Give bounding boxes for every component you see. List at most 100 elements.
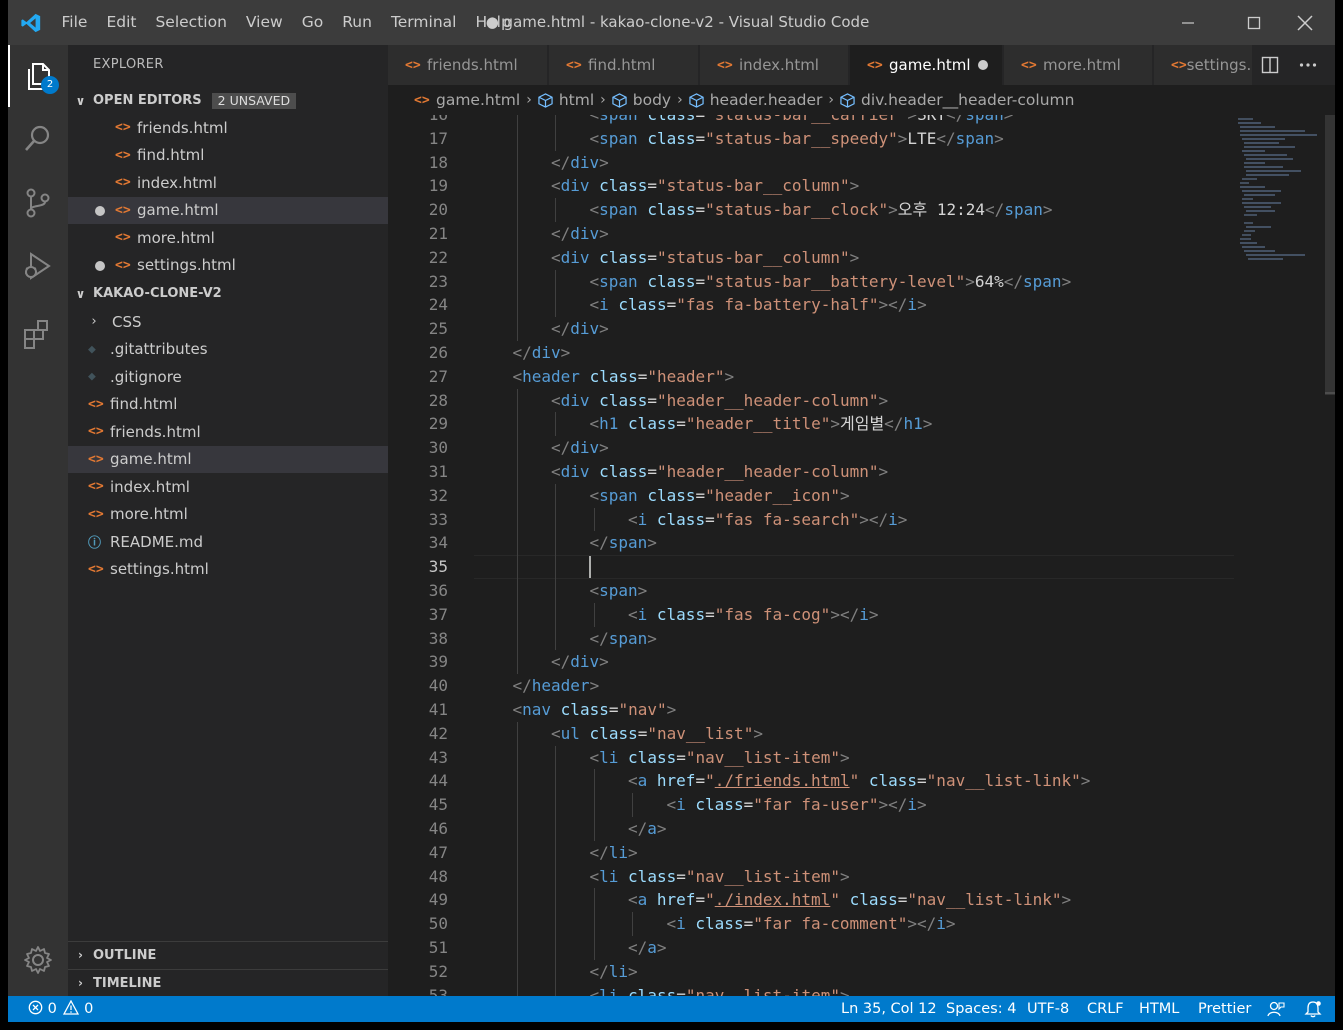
file-item[interactable]: <> find.html	[68, 391, 388, 419]
timeline-header[interactable]: › TIMELINE	[68, 969, 388, 996]
activity-explorer[interactable]: 2	[8, 45, 68, 107]
code-line[interactable]: 40 </header>	[388, 674, 1238, 698]
tab-friends[interactable]: <> friends.html	[388, 45, 548, 85]
open-editor-item[interactable]: <> more.html	[68, 224, 388, 252]
file-item[interactable]: ◆ .gitignore	[68, 363, 388, 391]
open-editor-item[interactable]: <> index.html	[68, 169, 388, 197]
split-editor-button[interactable]	[1252, 45, 1288, 85]
close-window-button[interactable]	[1276, 0, 1334, 45]
code-line[interactable]: 18 </div>	[388, 151, 1238, 175]
encoding[interactable]: UTF-8	[1027, 996, 1069, 1022]
code-line[interactable]: 53 <li class="nav__list-item">	[388, 984, 1238, 996]
open-editor-item[interactable]: <> game.html	[68, 196, 388, 224]
menu-edit[interactable]: Edit	[97, 0, 146, 45]
breadcrumb-symbol[interactable]: header.header	[689, 91, 822, 109]
code-line[interactable]: 42 <ul class="nav__list">	[388, 722, 1238, 746]
tab-more[interactable]: <> more.html	[1004, 45, 1153, 85]
tab-find[interactable]: <> find.html	[549, 45, 699, 85]
code-line[interactable]: 29 <h1 class="header__title">게임별</h1>	[388, 412, 1238, 436]
code-line[interactable]: 39 </div>	[388, 650, 1238, 674]
code-line[interactable]: 51 </a>	[388, 936, 1238, 960]
code-line[interactable]: 25 </div>	[388, 317, 1238, 341]
more-actions-button[interactable]	[1290, 45, 1326, 85]
scrollbar-thumb[interactable]	[1325, 115, 1335, 395]
menu-selection[interactable]: Selection	[146, 0, 236, 45]
code-line[interactable]: 38 </span>	[388, 627, 1238, 651]
code-line[interactable]: 17 <span class="status-bar__speedy">LTE</…	[388, 127, 1238, 151]
minimize-button[interactable]	[1159, 0, 1217, 45]
open-editor-item[interactable]: <> settings.html	[68, 252, 388, 280]
tab-index[interactable]: <> index.html	[700, 45, 849, 85]
code-line[interactable]: 27 <header class="header">	[388, 365, 1238, 389]
editor-scrollbar[interactable]	[1325, 115, 1335, 996]
open-editors-header[interactable]: ∨ OPEN EDITORS 2 UNSAVED	[68, 87, 388, 114]
activity-run-debug[interactable]	[8, 235, 68, 297]
tab-settings[interactable]: <> settings.html	[1154, 45, 1264, 85]
activity-search[interactable]	[8, 107, 68, 169]
code-line[interactable]: 50 <i class="far fa-comment"></i>	[388, 912, 1238, 936]
code-line[interactable]: 52 </li>	[388, 960, 1238, 984]
menu-terminal[interactable]: Terminal	[381, 0, 466, 45]
menu-run[interactable]: Run	[333, 0, 382, 45]
code-line[interactable]: 41 <nav class="nav">	[388, 698, 1238, 722]
code-line[interactable]: 23 <span class="status-bar__battery-level…	[388, 270, 1238, 294]
end-of-line[interactable]: CRLF	[1087, 996, 1124, 1022]
language-mode[interactable]: HTML	[1139, 996, 1179, 1022]
code-line[interactable]: 28 <div class="header__header-column">	[388, 389, 1238, 413]
open-editor-item[interactable]: <> friends.html	[68, 114, 388, 142]
project-header[interactable]: ∨ KAKAO-CLONE-V2	[68, 280, 388, 307]
code-line[interactable]: 45 <i class="far fa-user"></i>	[388, 793, 1238, 817]
breadcrumb-symbol[interactable]: body	[612, 91, 671, 109]
code-line[interactable]: 19 <div class="status-bar__column">	[388, 174, 1238, 198]
menu-view[interactable]: View	[236, 0, 292, 45]
minimap[interactable]	[1235, 115, 1325, 265]
cursor-position[interactable]: Ln 35, Col 12	[841, 996, 937, 1022]
code-line[interactable]: 44 <a href="./friends.html" class="nav__l…	[388, 769, 1238, 793]
activity-source-control[interactable]	[8, 172, 68, 234]
code-line[interactable]: 20 <span class="status-bar__clock">오후 12:…	[388, 198, 1238, 222]
file-item[interactable]: <> game.html	[68, 445, 388, 473]
code-line[interactable]: 21 </div>	[388, 222, 1238, 246]
file-item[interactable]: <> friends.html	[68, 418, 388, 446]
formatter[interactable]: Prettier	[1198, 996, 1251, 1022]
problems-indicator[interactable]: 0 0	[28, 996, 93, 1022]
file-item[interactable]: <> index.html	[68, 473, 388, 501]
file-item[interactable]: ⓘ README.md	[68, 528, 388, 556]
code-line[interactable]: 35	[388, 555, 1238, 579]
activity-extensions[interactable]	[8, 303, 68, 365]
breadcrumb-symbol[interactable]: div.header__header-column	[840, 91, 1074, 109]
code-line[interactable]: 30 </div>	[388, 436, 1238, 460]
file-item[interactable]: ◆ .gitattributes	[68, 336, 388, 364]
code-line[interactable]: 26 </div>	[388, 341, 1238, 365]
code-line[interactable]: 43 <li class="nav__list-item">	[388, 746, 1238, 770]
code-line[interactable]: 49 <a href="./index.html" class="nav__lis…	[388, 888, 1238, 912]
code-line[interactable]: 22 <div class="status-bar__column">	[388, 246, 1238, 270]
code-line[interactable]: 16<span class="status-bar__carrier">SKT<…	[388, 115, 1238, 127]
file-item[interactable]: <> settings.html	[68, 556, 388, 584]
open-editor-item[interactable]: <> find.html	[68, 142, 388, 170]
code-line[interactable]: 36 <span>	[388, 579, 1238, 603]
breadcrumb-file[interactable]: <> game.html	[414, 91, 520, 109]
folder-item[interactable]: › CSS	[68, 308, 388, 336]
code-line[interactable]: 32 <span class="header__icon">	[388, 484, 1238, 508]
code-line[interactable]: 33 <i class="fas fa-search"></i>	[388, 508, 1238, 532]
code-editor[interactable]: 16<span class="status-bar__carrier">SKT<…	[388, 115, 1335, 996]
code-line[interactable]: 31 <div class="header__header-column">	[388, 460, 1238, 484]
menu-go[interactable]: Go	[292, 0, 333, 45]
tab-game[interactable]: <> game.html	[850, 45, 1003, 85]
code-line[interactable]: 48 <li class="nav__list-item">	[388, 865, 1238, 889]
activity-manage[interactable]	[8, 929, 68, 991]
menu-file[interactable]: File	[52, 0, 97, 45]
feedback-button[interactable]	[1267, 1000, 1285, 1022]
code-line[interactable]: 37 <i class="fas fa-cog"></i>	[388, 603, 1238, 627]
unsaved-dot-icon[interactable]	[978, 60, 988, 70]
indentation[interactable]: Spaces: 4	[946, 996, 1016, 1022]
breadcrumb-symbol[interactable]: html	[538, 91, 594, 109]
maximize-button[interactable]	[1225, 0, 1283, 45]
code-line[interactable]: 24 <i class="fas fa-battery-half"></i>	[388, 293, 1238, 317]
file-item[interactable]: <> more.html	[68, 501, 388, 529]
code-line[interactable]: 47 </li>	[388, 841, 1238, 865]
code-line[interactable]: 46 </a>	[388, 817, 1238, 841]
notifications-button[interactable]	[1304, 1000, 1322, 1022]
code-line[interactable]: 34 </span>	[388, 531, 1238, 555]
